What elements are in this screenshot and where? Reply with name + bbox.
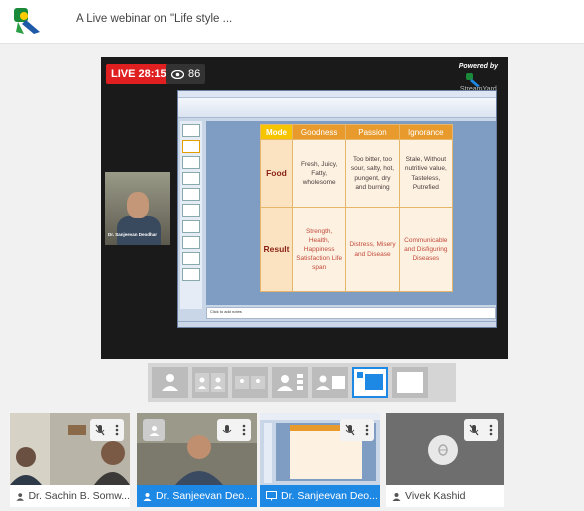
table-header: Mode <box>260 124 293 140</box>
more-options-icon[interactable] <box>115 424 119 436</box>
slide-thumbnail <box>182 124 200 137</box>
participant-controls <box>340 419 374 441</box>
table-header: Goodness <box>291 124 347 140</box>
ppt-ribbon <box>178 98 496 118</box>
presenter-camera-pip: Dr. Sanjeevan Deodhar <box>105 172 170 245</box>
participant-tile[interactable]: Dr. Sanjeevan Deo... <box>137 413 257 507</box>
mic-icon[interactable] <box>222 424 232 436</box>
slide-thumbnail <box>182 172 200 185</box>
webinar-title: A Live webinar on "Life style ... <box>76 13 233 25</box>
avatar-placeholder-icon <box>438 444 448 456</box>
table-cell: Strength, Health, Happiness Satisfaction… <box>291 207 347 292</box>
slide-thumbnail <box>182 156 200 169</box>
screen-with-pip-icon <box>357 372 383 390</box>
powered-by-label: Powered by <box>458 63 498 70</box>
layout-fullscreen-button[interactable] <box>392 367 428 398</box>
table-header-row: Mode Goodness Passion Ignorance <box>260 124 454 140</box>
presenter-face <box>127 192 149 218</box>
slide-thumbnails <box>180 121 202 309</box>
ppt-titlebar <box>178 91 496 98</box>
sidebar-people-icon <box>277 374 303 391</box>
layout-sidebar-button[interactable] <box>272 367 308 398</box>
slide-thumbnail <box>182 252 200 265</box>
fullscreen-icon <box>397 372 423 393</box>
person-icon <box>143 492 152 501</box>
presenter-body <box>117 216 161 245</box>
layout-solo-button[interactable] <box>152 367 188 398</box>
slide-notes: Click to add notes <box>206 307 496 319</box>
mic-muted-icon[interactable] <box>469 424 479 436</box>
viewer-count-badge: 86 <box>166 64 206 84</box>
participant-avatar-toggle[interactable] <box>143 419 165 441</box>
participant-name-bar: Dr. Sanjeevan Deo... <box>260 485 380 507</box>
screen-share-icon <box>266 491 277 501</box>
mic-muted-icon[interactable] <box>95 424 105 436</box>
table-row: Food Fresh, Juicy, Fatty, wholesome Too … <box>260 138 454 209</box>
slide-thumbnail <box>182 268 200 281</box>
participant-name: Vivek Kashid <box>405 490 466 502</box>
participant-name: Dr. Sanjeevan Deo... <box>281 490 378 502</box>
participant-tile[interactable]: Dr. Sachin B. Somw... <box>10 413 130 507</box>
slide-canvas: Mode Goodness Passion Ignorance Food Fre… <box>206 121 496 305</box>
participant-name: Dr. Sanjeevan Deo... <box>156 490 253 502</box>
participant-name: Dr. Sachin B. Somw... <box>28 490 130 502</box>
participant-name-bar: Vivek Kashid <box>386 485 504 507</box>
participant-name-bar: Dr. Sanjeevan Deo... <box>137 485 257 507</box>
two-people-icon <box>195 373 225 392</box>
table-cell: Too bitter, too sour, salty, hot, pungen… <box>345 138 400 209</box>
viewer-count: 86 <box>188 68 201 80</box>
row-label: Food <box>260 138 293 209</box>
grid-people-icon <box>235 376 265 389</box>
participant-name-bar: Dr. Sachin B. Somw... <box>10 485 130 507</box>
slide-thumbnail <box>182 236 200 249</box>
streamyard-logo-icon[interactable] <box>12 6 42 36</box>
eye-icon <box>171 69 184 79</box>
participant-controls <box>464 419 498 441</box>
slide-thumbnail <box>182 204 200 217</box>
mic-muted-icon[interactable] <box>345 424 355 436</box>
ppt-statusbar <box>178 321 496 327</box>
pip-name-label: Dr. Sanjeevan Deodhar <box>108 232 158 237</box>
slide-table-gunas: Mode Goodness Passion Ignorance Food Fre… <box>260 124 454 292</box>
powered-by: Powered by StreamYard <box>459 63 498 93</box>
more-options-icon[interactable] <box>242 424 246 436</box>
layout-leader-button[interactable] <box>232 367 268 398</box>
table-cell: Fresh, Juicy, Fatty, wholesome <box>291 138 347 209</box>
layout-pip-button[interactable] <box>312 367 348 398</box>
broadcast-stage: LIVE 28:15 86 Powered by StreamYard <box>101 57 508 359</box>
layout-screen-share-button[interactable] <box>352 367 388 398</box>
more-options-icon[interactable] <box>365 424 369 436</box>
participant-controls <box>217 419 251 441</box>
table-header: Ignorance <box>398 124 454 140</box>
slide-thumbnail <box>182 220 200 233</box>
person-icon <box>162 374 178 391</box>
person-icon <box>16 492 24 501</box>
app-header: A Live webinar on "Life style ... <box>0 0 584 44</box>
layout-selector <box>148 363 456 402</box>
table-row: Result Strength, Health, Happiness Satis… <box>260 207 454 292</box>
row-label: Result <box>260 207 293 292</box>
avatar <box>428 435 458 465</box>
layout-group-button[interactable] <box>192 367 228 398</box>
table-cell: Communicable and Disfiguring Diseases <box>398 207 454 292</box>
slide-thumbnail <box>182 188 200 201</box>
table-cell: Distress, Misery and Disease <box>345 207 400 292</box>
more-options-icon[interactable] <box>489 424 493 436</box>
participant-controls <box>90 419 124 441</box>
person-icon <box>392 492 401 501</box>
live-timer-badge: LIVE 28:15 <box>106 64 172 84</box>
participant-tile[interactable]: Vivek Kashid <box>386 413 504 507</box>
participant-tile[interactable]: Dr. Sanjeevan Deo... <box>260 413 380 507</box>
brand-logo-icon <box>465 73 480 87</box>
table-cell: Stale, Without nutritive value, Tasteles… <box>398 138 454 209</box>
person-with-screen-icon <box>316 375 345 390</box>
table-header: Passion <box>345 124 400 140</box>
modes-table: Mode Goodness Passion Ignorance Food Fre… <box>260 124 454 292</box>
slide-thumbnail <box>182 140 200 153</box>
screen-share-presentation: Mode Goodness Passion Ignorance Food Fre… <box>177 90 497 328</box>
person-icon <box>149 425 159 436</box>
